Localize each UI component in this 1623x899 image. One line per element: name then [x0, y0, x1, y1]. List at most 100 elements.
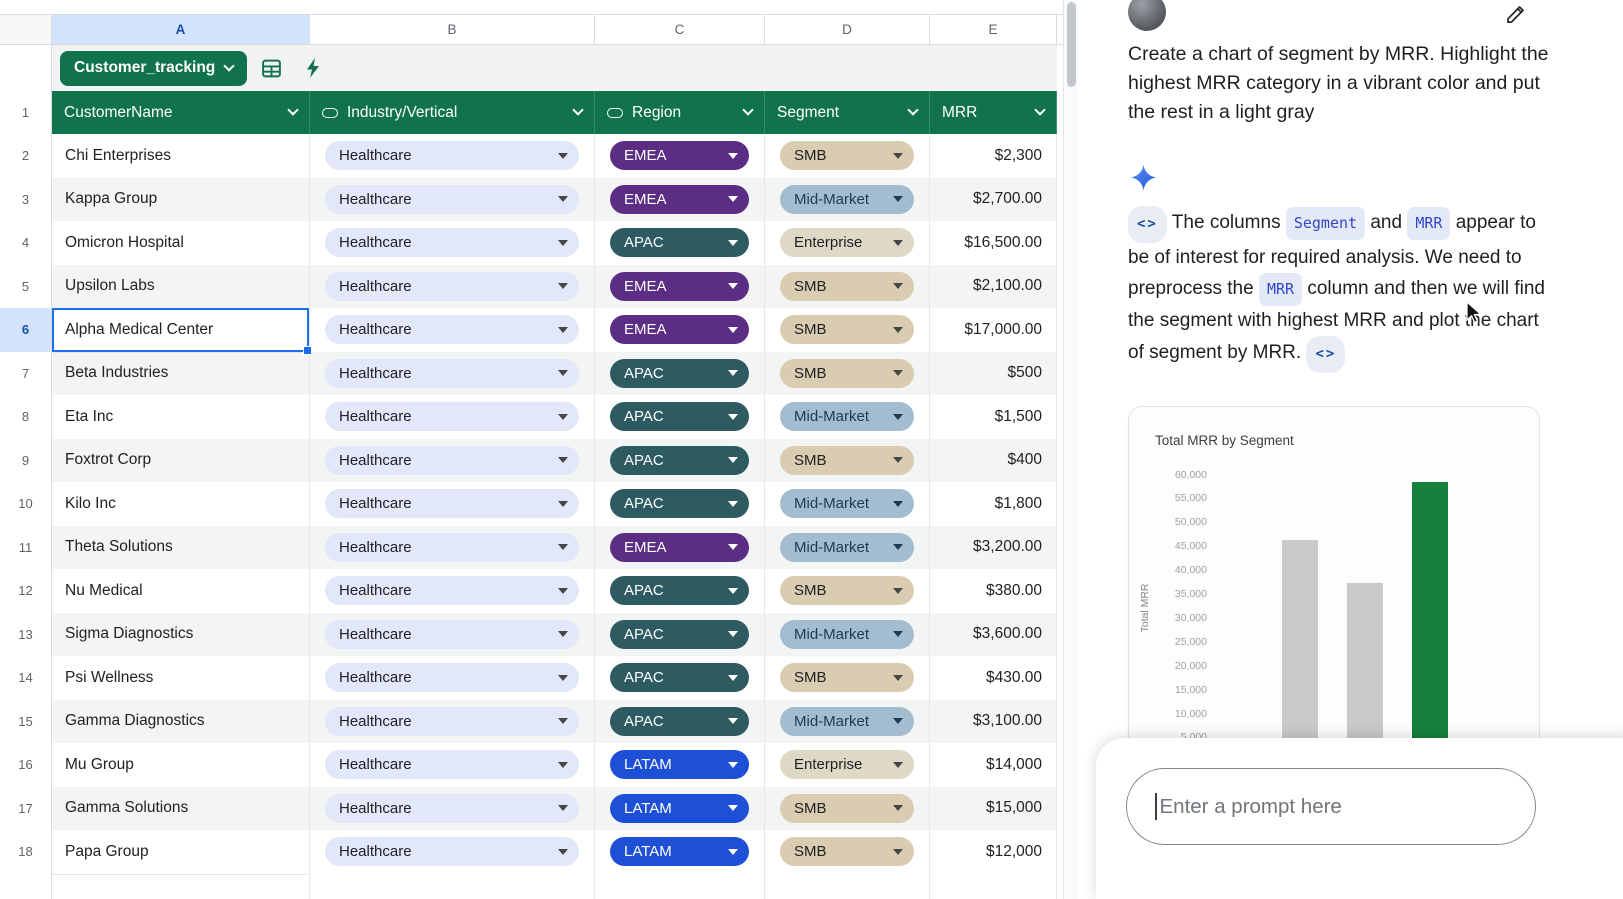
industry-cell[interactable]: Healthcare [310, 308, 595, 353]
customer-cell[interactable]: Eta Inc [52, 395, 310, 440]
chip-healthcare[interactable]: Healthcare [325, 141, 579, 170]
vertical-scrollbar[interactable] [1063, 0, 1078, 899]
chip-apac[interactable]: APAC [610, 446, 749, 475]
segment-cell[interactable]: Enterprise [765, 221, 930, 266]
chip-emea[interactable]: EMEA [610, 185, 749, 214]
mrr-cell[interactable]: $17,000.00 [930, 308, 1057, 353]
empty-cell[interactable] [765, 874, 930, 899]
segment-cell[interactable]: Mid-Market [765, 178, 930, 223]
chip-smb[interactable]: SMB [780, 794, 914, 823]
header-industry[interactable]: Industry/Vertical [310, 91, 595, 134]
edit-pencil-button[interactable] [1504, 2, 1528, 26]
segment-cell[interactable]: SMB [765, 569, 930, 614]
mrr-cell[interactable]: $430.00 [930, 656, 1057, 701]
scrollbar-thumb[interactable] [1067, 2, 1076, 87]
row-number[interactable]: 14 [0, 656, 52, 701]
column-header-e[interactable]: E [930, 15, 1057, 44]
region-cell[interactable]: APAC [595, 569, 765, 614]
chip-smb[interactable]: SMB [780, 576, 914, 605]
chip-emea[interactable]: EMEA [610, 272, 749, 301]
customer-cell[interactable]: Theta Solutions [52, 526, 310, 571]
customer-cell[interactable]: Papa Group [52, 830, 310, 875]
row-number[interactable]: 3 [0, 178, 52, 223]
chip-mid-market[interactable]: Mid-Market [780, 533, 914, 562]
industry-cell[interactable]: Healthcare [310, 134, 595, 179]
customer-cell[interactable]: Chi Enterprises [52, 134, 310, 179]
header-customername[interactable]: CustomerName [52, 91, 310, 134]
prompt-input[interactable]: Enter a prompt here [1126, 768, 1536, 845]
chip-smb[interactable]: SMB [780, 359, 914, 388]
chip-healthcare[interactable]: Healthcare [325, 750, 579, 779]
customer-cell[interactable]: Omicron Hospital [52, 221, 310, 266]
chip-mid-market[interactable]: Mid-Market [780, 185, 914, 214]
row-number[interactable]: 9 [0, 439, 52, 484]
empty-cell[interactable] [310, 874, 595, 899]
customer-cell[interactable]: Foxtrot Corp [52, 439, 310, 484]
mrr-cell[interactable]: $3,600.00 [930, 613, 1057, 658]
chip-healthcare[interactable]: Healthcare [325, 185, 579, 214]
row-number[interactable]: 2 [0, 134, 52, 179]
chip-enterprise[interactable]: Enterprise [780, 228, 914, 257]
chip-smb[interactable]: SMB [780, 837, 914, 866]
customer-cell[interactable]: Gamma Diagnostics [52, 700, 310, 745]
quick-actions-button[interactable] [295, 50, 331, 86]
region-cell[interactable]: EMEA [595, 134, 765, 179]
chip-smb[interactable]: SMB [780, 141, 914, 170]
region-cell[interactable]: LATAM [595, 743, 765, 788]
mrr-cell[interactable]: $3,200.00 [930, 526, 1057, 571]
chip-healthcare[interactable]: Healthcare [325, 402, 579, 431]
region-cell[interactable]: LATAM [595, 787, 765, 832]
row-number[interactable]: 16 [0, 743, 52, 788]
industry-cell[interactable]: Healthcare [310, 178, 595, 223]
segment-cell[interactable]: SMB [765, 265, 930, 310]
customer-cell[interactable]: Kilo Inc [52, 482, 310, 527]
table-grid-button[interactable] [253, 50, 289, 86]
segment-cell[interactable]: SMB [765, 134, 930, 179]
industry-cell[interactable]: Healthcare [310, 395, 595, 440]
mrr-cell[interactable]: $16,500.00 [930, 221, 1057, 266]
chip-enterprise[interactable]: Enterprise [780, 750, 914, 779]
mrr-cell[interactable]: $400 [930, 439, 1057, 484]
customer-cell[interactable]: Kappa Group [52, 178, 310, 223]
mrr-cell[interactable]: $1,800 [930, 482, 1057, 527]
chip-apac[interactable]: APAC [610, 489, 749, 518]
chip-emea[interactable]: EMEA [610, 141, 749, 170]
industry-cell[interactable]: Healthcare [310, 830, 595, 875]
header-region[interactable]: Region [595, 91, 765, 134]
segment-cell[interactable]: Mid-Market [765, 395, 930, 440]
chip-mid-market[interactable]: Mid-Market [780, 620, 914, 649]
mrr-cell[interactable]: $1,500 [930, 395, 1057, 440]
chip-healthcare[interactable]: Healthcare [325, 359, 579, 388]
mrr-cell[interactable]: $3,100.00 [930, 700, 1057, 745]
customer-cell[interactable]: Sigma Diagnostics [52, 613, 310, 658]
segment-cell[interactable]: Mid-Market [765, 613, 930, 658]
region-cell[interactable]: APAC [595, 656, 765, 701]
chip-latam[interactable]: LATAM [610, 837, 749, 866]
empty-cell[interactable] [930, 874, 1057, 899]
customer-cell[interactable]: Upsilon Labs [52, 265, 310, 310]
chip-apac[interactable]: APAC [610, 402, 749, 431]
chip-healthcare[interactable]: Healthcare [325, 837, 579, 866]
chip-smb[interactable]: SMB [780, 446, 914, 475]
mrr-cell[interactable]: $2,100.00 [930, 265, 1057, 310]
chip-healthcare[interactable]: Healthcare [325, 272, 579, 301]
customer-cell[interactable]: Psi Wellness [52, 656, 310, 701]
segment-cell[interactable]: SMB [765, 308, 930, 353]
row-number[interactable]: 6 [0, 308, 52, 353]
segment-cell[interactable]: SMB [765, 656, 930, 701]
region-cell[interactable]: APAC [595, 221, 765, 266]
chip-apac[interactable]: APAC [610, 576, 749, 605]
region-cell[interactable]: EMEA [595, 526, 765, 571]
customer-cell[interactable]: Mu Group [52, 743, 310, 788]
industry-cell[interactable]: Healthcare [310, 743, 595, 788]
industry-cell[interactable]: Healthcare [310, 265, 595, 310]
chip-apac[interactable]: APAC [610, 228, 749, 257]
chip-healthcare[interactable]: Healthcare [325, 228, 579, 257]
row-number[interactable]: 10 [0, 482, 52, 527]
region-cell[interactable]: APAC [595, 482, 765, 527]
chip-apac[interactable]: APAC [610, 620, 749, 649]
industry-cell[interactable]: Healthcare [310, 613, 595, 658]
region-cell[interactable]: LATAM [595, 830, 765, 875]
chip-healthcare[interactable]: Healthcare [325, 489, 579, 518]
chip-emea[interactable]: EMEA [610, 533, 749, 562]
